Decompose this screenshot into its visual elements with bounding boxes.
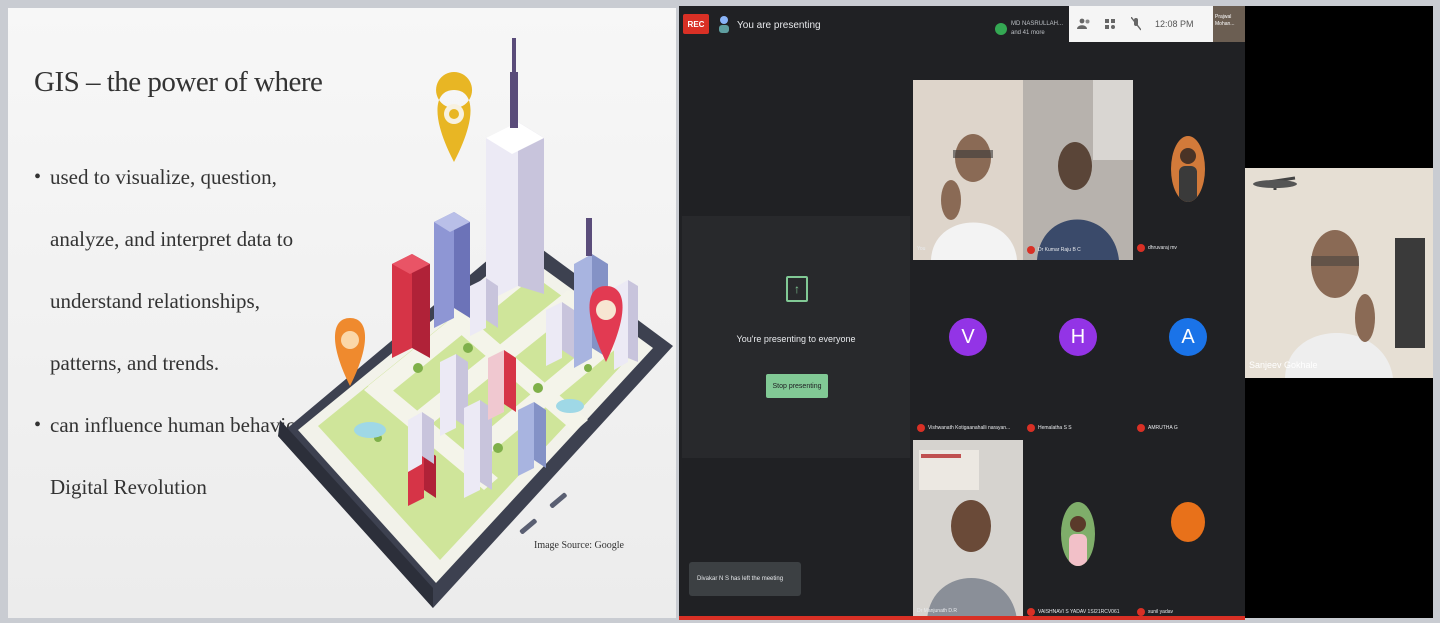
participant-name: Dr Kumar Raju B C xyxy=(1027,246,1081,254)
mic-muted-icon[interactable] xyxy=(1129,17,1143,31)
participant-video-icon xyxy=(1023,80,1133,260)
participant-tile[interactable]: H Hemalatha S S xyxy=(1023,262,1133,442)
chip-avatar-icon xyxy=(995,23,1007,35)
mic-off-icon xyxy=(1137,244,1145,252)
participant-video-icon xyxy=(913,80,1023,260)
mic-off-icon xyxy=(1137,424,1145,432)
self-video-icon xyxy=(1245,168,1433,378)
participant-name: dhruvaraj mv xyxy=(1137,244,1177,252)
participant-name: You xyxy=(917,246,926,252)
presentation-slide: GIS – the power of where used to visuali… xyxy=(8,8,676,618)
left-meeting-toast: Divakar N S has left the meeting xyxy=(689,562,801,596)
participant-photo-avatar xyxy=(1171,136,1205,202)
self-view-name: Sanjeev Gokhale xyxy=(1249,360,1318,370)
participant-tile[interactable]: V Vishwanath Kotigaanahalli narayan... xyxy=(913,262,1023,442)
people-icon[interactable] xyxy=(1077,17,1091,31)
activities-icon[interactable] xyxy=(1103,17,1117,31)
presenting-message: You're presenting to everyone xyxy=(736,334,856,344)
participant-tile[interactable]: You xyxy=(913,80,1023,260)
right-border xyxy=(1433,6,1440,618)
participant-color-avatar xyxy=(1171,502,1205,542)
mic-off-icon xyxy=(1027,608,1035,616)
video-progress-bar[interactable] xyxy=(679,616,1245,620)
self-view-video: Sanjeev Gokhale xyxy=(1245,168,1433,378)
smart-city-illustration xyxy=(278,38,673,608)
participant-name: Hemalatha S S xyxy=(1027,424,1072,432)
participant-tile[interactable]: Dr Kumar Raju B C xyxy=(1023,80,1133,260)
participant-count-chip[interactable]: MD NASRULLAH... and 41 more xyxy=(995,12,1067,46)
participant-tile[interactable]: Dr Manjunath D.R xyxy=(913,440,1023,618)
stop-presenting-button[interactable]: Stop presenting xyxy=(766,374,828,398)
participant-letter-avatar: H xyxy=(1059,318,1097,356)
participant-video-icon xyxy=(913,440,1023,618)
participant-letter-avatar: A xyxy=(1169,318,1207,356)
presenting-status: You are presenting xyxy=(737,20,821,31)
meeting-clock: 12:08 PM xyxy=(1155,19,1194,29)
participant-tile[interactable]: sunil yadav xyxy=(1133,440,1243,618)
mic-off-icon xyxy=(917,424,925,432)
mic-off-icon xyxy=(1027,424,1035,432)
pinned-participant-thumbnail[interactable]: Prajwal Mohan... xyxy=(1213,6,1245,42)
participant-name: Dr Manjunath D.R xyxy=(917,608,958,614)
participant-name: sunil yadav xyxy=(1137,608,1173,616)
mic-off-icon xyxy=(1027,246,1035,254)
thumbnail-name: Prajwal Mohan... xyxy=(1215,14,1235,27)
participant-name: AMRUTHA G xyxy=(1137,424,1178,432)
image-source-caption: Image Source: Google xyxy=(534,540,624,551)
participant-tile[interactable]: VAISHNAVI S YADAV 1SI21RCV061 xyxy=(1023,440,1133,618)
participant-photo-avatar xyxy=(1061,502,1095,566)
chip-names: MD NASRULLAH... and 41 more xyxy=(1011,21,1064,36)
participant-tile[interactable]: A AMRUTHA G xyxy=(1133,262,1243,442)
participant-name: VAISHNAVI S YADAV 1SI21RCV061 xyxy=(1027,608,1120,616)
mic-off-icon xyxy=(1137,608,1145,616)
recording-badge: REC xyxy=(683,14,709,34)
meeting-window: REC You are presenting MD NASRULLAH... a… xyxy=(679,6,1245,618)
participant-letter-avatar: V xyxy=(949,318,987,356)
presenter-avatar-icon xyxy=(719,16,729,33)
present-screen-icon: ↑ xyxy=(786,276,808,302)
participant-tile[interactable]: dhruvaraj mv xyxy=(1133,80,1243,260)
participant-name: Vishwanath Kotigaanahalli narayan... xyxy=(917,424,1010,432)
presenting-panel: ↑ You're presenting to everyone Stop pre… xyxy=(682,216,910,458)
top-toolbar: 12:08 PM xyxy=(1069,6,1213,42)
